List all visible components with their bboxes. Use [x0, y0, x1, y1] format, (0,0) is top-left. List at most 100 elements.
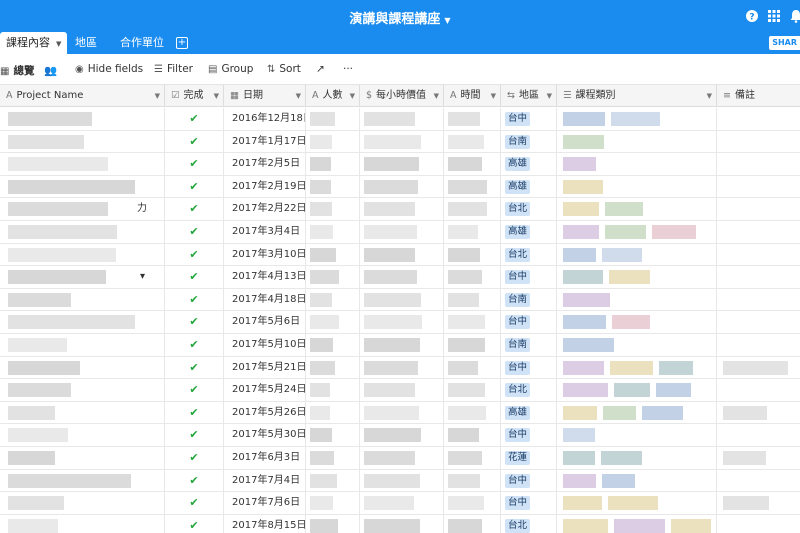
table-row[interactable]: ✔ 2017年2月5日 高雄 [0, 153, 800, 176]
count-cell[interactable] [306, 130, 360, 153]
hide-fields-button[interactable]: ◉ Hide fields [75, 63, 143, 75]
course-category-cell[interactable] [557, 198, 717, 221]
date-cell[interactable]: 2016年12月18日 [224, 108, 306, 130]
done-checkbox[interactable]: ✔ [165, 356, 224, 379]
done-checkbox[interactable]: ✔ [165, 492, 224, 515]
time-cell[interactable] [444, 130, 501, 153]
course-category-cell[interactable] [557, 401, 717, 424]
hourly-value-cell[interactable] [360, 514, 444, 533]
done-checkbox[interactable]: ✔ [165, 401, 224, 424]
project-name-cell[interactable] [0, 243, 165, 266]
course-category-cell[interactable] [557, 356, 717, 379]
project-name-cell[interactable] [0, 356, 165, 379]
date-cell[interactable]: 2017年5月24日 [224, 379, 306, 402]
hourly-value-cell[interactable] [360, 266, 444, 289]
done-checkbox[interactable]: ✔ [165, 153, 224, 176]
add-table-icon[interactable]: + [176, 37, 188, 49]
course-category-cell[interactable] [557, 447, 717, 469]
apps-grid-icon[interactable] [767, 9, 781, 23]
notes-cell[interactable] [717, 424, 800, 446]
tab-地區[interactable]: 地區 [75, 32, 97, 54]
notes-cell[interactable] [717, 221, 800, 243]
region-link-pill[interactable]: 高雄 [505, 405, 531, 420]
region-cell[interactable]: 台南 [501, 334, 557, 356]
notes-cell[interactable] [717, 515, 800, 533]
notes-cell[interactable] [717, 108, 800, 130]
time-cell[interactable] [444, 401, 501, 424]
project-name-cell[interactable] [0, 514, 165, 533]
time-cell[interactable] [444, 243, 501, 266]
notes-cell[interactable] [717, 153, 800, 175]
date-cell[interactable]: 2017年2月19日 [224, 175, 306, 198]
project-name-cell[interactable] [0, 334, 165, 356]
view-switcher[interactable]: ▦ 總覽 👥 [0, 63, 57, 78]
hourly-value-cell[interactable] [360, 221, 444, 243]
count-cell[interactable] [306, 424, 360, 447]
region-link-pill[interactable]: 台北 [505, 202, 531, 217]
notes-cell[interactable] [717, 402, 800, 424]
chevron-down-icon[interactable]: ▼ [707, 85, 712, 107]
project-name-cell[interactable] [0, 401, 165, 424]
hourly-value-cell[interactable] [360, 356, 444, 379]
time-cell[interactable] [444, 334, 501, 356]
table-row[interactable]: ✔ 2017年3月10日 台北 [0, 243, 800, 267]
count-cell[interactable] [306, 175, 360, 198]
count-cell[interactable] [306, 108, 360, 130]
table-row[interactable]: ✔ 2017年8月15日 台北 [0, 514, 800, 533]
table-row[interactable]: ✔ 2017年5月30日 台中 [0, 424, 800, 447]
base-title[interactable]: 演講與課程講座 ▼ [0, 8, 800, 27]
region-link-pill[interactable]: 台中 [505, 315, 531, 330]
region-cell[interactable]: 台北 [501, 514, 557, 533]
region-cell[interactable]: 高雄 [501, 153, 557, 176]
chevron-down-icon[interactable]: ▼ [491, 85, 496, 107]
chevron-down-icon[interactable]: ▼ [350, 85, 355, 107]
project-name-cell[interactable] [0, 108, 165, 130]
notes-cell[interactable] [717, 176, 800, 198]
count-cell[interactable] [306, 334, 360, 356]
done-checkbox[interactable]: ✔ [165, 469, 224, 492]
project-name-cell[interactable] [0, 130, 165, 153]
group-button[interactable]: ▤ Group [208, 63, 253, 75]
course-category-cell[interactable] [557, 130, 717, 153]
time-cell[interactable] [444, 221, 501, 243]
date-cell[interactable]: 2017年6月3日 [224, 447, 306, 469]
hourly-value-cell[interactable] [360, 288, 444, 311]
date-cell[interactable]: 2017年4月18日 [224, 288, 306, 311]
count-cell[interactable] [306, 492, 360, 515]
region-link-pill[interactable]: 台南 [505, 134, 531, 149]
notes-cell[interactable] [717, 447, 800, 469]
time-cell[interactable] [444, 311, 501, 334]
table-row[interactable]: ✔ 2017年5月26日 高雄 [0, 401, 800, 425]
region-cell[interactable]: 台中 [501, 492, 557, 515]
region-link-pill[interactable]: 台中 [505, 496, 531, 511]
date-cell[interactable]: 2017年1月17日 [224, 130, 306, 153]
course-category-cell[interactable] [557, 469, 717, 492]
done-checkbox[interactable]: ✔ [165, 288, 224, 311]
region-link-pill[interactable]: 台中 [505, 360, 531, 375]
bell-icon[interactable] [789, 9, 800, 23]
notes-cell[interactable] [717, 492, 800, 514]
column-header-notes[interactable]: ≡ 備註 [717, 85, 800, 107]
chevron-down-icon[interactable]: ▼ [214, 85, 219, 107]
table-row[interactable]: ✔ 2017年3月4日 高雄 [0, 221, 800, 244]
region-link-pill[interactable]: 台中 [505, 428, 531, 443]
count-cell[interactable] [306, 447, 360, 469]
course-category-cell[interactable] [557, 221, 717, 243]
project-name-cell[interactable]: 力 [0, 198, 165, 221]
region-cell[interactable]: 台北 [501, 379, 557, 402]
tab-課程內容[interactable]: 課程內容 ▼ [0, 32, 68, 54]
done-checkbox[interactable]: ✔ [165, 311, 224, 334]
table-row[interactable]: ✔ 2017年7月4日 台中 [0, 469, 800, 493]
count-cell[interactable] [306, 266, 360, 289]
column-header-project-name[interactable]: A Project Name ▼ [0, 85, 165, 107]
course-category-cell[interactable] [557, 153, 717, 176]
region-cell[interactable]: 花蓮 [501, 447, 557, 469]
chevron-down-icon[interactable]: ▼ [56, 40, 61, 48]
hourly-value-cell[interactable] [360, 447, 444, 469]
filter-button[interactable]: ☰ Filter [154, 63, 193, 75]
time-cell[interactable] [444, 356, 501, 379]
table-row[interactable]: ✔ 2016年12月18日 台中 [0, 108, 800, 131]
region-link-pill[interactable]: 高雄 [505, 225, 531, 239]
project-name-cell[interactable] [0, 424, 165, 447]
done-checkbox[interactable]: ✔ [165, 424, 224, 447]
